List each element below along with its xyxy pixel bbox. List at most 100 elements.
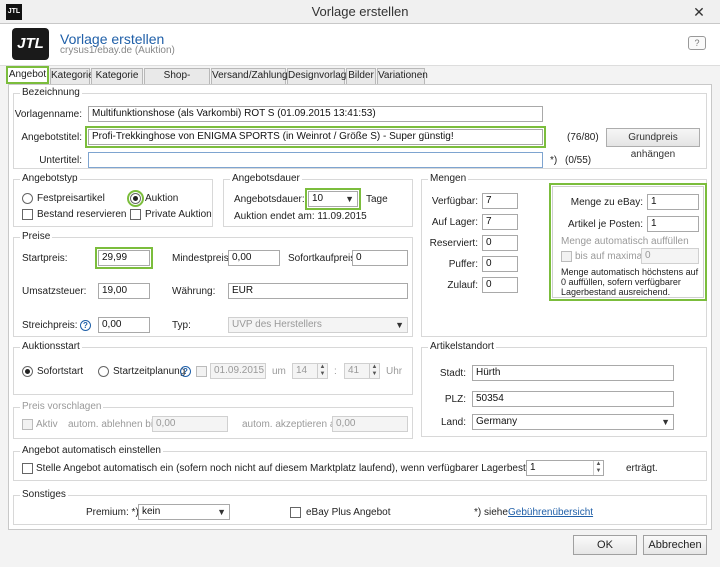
siehe-label: *) siehe — [474, 507, 508, 518]
angebotstitel-input[interactable]: Profi-Trekkinghose von ENIGMA SPORTS (in… — [85, 126, 546, 148]
startdatum-input[interactable]: 01.09.2015 — [210, 363, 266, 379]
vorlagenname-input[interactable]: Multifunktionshose (als Varkombi) ROT S … — [88, 106, 543, 122]
automatisch-checkbox[interactable] — [22, 463, 33, 474]
gebuehren-link[interactable]: Gebührenübersicht — [508, 507, 593, 518]
festpreis-label: Festpreisartikel — [37, 193, 105, 204]
grundpreis-anhaengen-button[interactable]: Grundpreis anhängen — [606, 128, 700, 160]
angebotsdauer-value: 10 — [312, 193, 324, 204]
datum-checkbox[interactable] — [196, 366, 207, 377]
tab-angebot[interactable]: Angebot — [6, 66, 49, 84]
group-automatisch: Angebot automatisch einstellen Stelle An… — [13, 445, 707, 481]
startzeitplanung-radio[interactable] — [98, 366, 109, 377]
angebotstitel-label: Angebotstitel: — [21, 132, 82, 143]
typ-value: UVP des Herstellers — [232, 319, 322, 330]
aktiv-label: Aktiv — [36, 419, 58, 430]
angebotstitel-count: (76/80) — [567, 132, 599, 143]
auktion-radio[interactable] — [127, 190, 144, 207]
plz-label: PLZ: — [444, 394, 466, 405]
private-auktion-label: Private Auktion — [145, 209, 212, 220]
verfuegbar-input[interactable]: 7 — [482, 193, 518, 209]
menge-ebay-label: Menge zu eBay: — [570, 197, 643, 208]
sofortkaufpreis-label: Sofortkaufpreis: — [288, 253, 359, 264]
group-auktionsstart: Auktionsstart Sofortstart Startzeitplanu… — [13, 341, 413, 395]
sofortkaufpreis-input[interactable]: 0 — [352, 250, 408, 266]
ebay-plus-label: eBay Plus Angebot — [306, 507, 391, 518]
artikel-je-posten-label: Artikel je Posten: — [567, 219, 643, 230]
tab-shop-kategorie[interactable]: Shop-Kategorie — [144, 68, 210, 95]
untertitel-input[interactable] — [88, 152, 543, 168]
typ-select[interactable]: UVP des Herstellers ▼ — [228, 317, 408, 333]
ok-button[interactable]: OK — [573, 535, 637, 555]
bis-maximal-label: bis auf maximal: — [575, 251, 648, 262]
help-book-icon[interactable]: ? — [688, 36, 706, 50]
auf-lager-input[interactable]: 7 — [482, 214, 518, 230]
startzeitplanung-label: Startzeitplanung — [113, 366, 186, 377]
menge-ebay-input[interactable]: 1 — [647, 194, 699, 210]
stunde-spinner[interactable]: 14 ▲ ▼ — [292, 363, 328, 379]
auktion-label: Auktion — [145, 193, 179, 204]
angebotsdauer-select[interactable]: 10 ▼ — [305, 188, 361, 210]
umsatzsteuer-input[interactable]: 19,00 — [98, 283, 150, 299]
automatisch-label: Stelle Angebot automatisch ein (sofern n… — [36, 463, 597, 474]
tage-label: Tage — [366, 194, 388, 205]
close-icon[interactable]: ✕ — [690, 4, 708, 20]
vorlagenname-label: Vorlagenname: — [14, 109, 82, 120]
ablehnen-input[interactable]: 0,00 — [152, 416, 228, 432]
zeit-separator: : — [334, 366, 337, 377]
puffer-input[interactable]: 0 — [482, 256, 518, 272]
mindestpreis-input[interactable]: 0,00 — [228, 250, 280, 266]
group-preis-vorschlagen: Preis vorschlagen Aktiv autom. ablehnen … — [13, 401, 413, 439]
help-icon[interactable]: ? — [180, 366, 191, 377]
land-label: Land: — [440, 417, 466, 428]
mindestbestand-spinner[interactable]: 1 ▲ ▼ — [526, 460, 604, 476]
tab-kategorie-2[interactable]: Kategorie 2 — [91, 68, 143, 95]
automatisch-suffix: erträgt. — [626, 463, 658, 474]
jtl-logo: JTL — [12, 28, 49, 60]
artikel-je-posten-input[interactable]: 1 — [647, 216, 699, 232]
stunde-value: 14 — [296, 365, 308, 376]
land-select[interactable]: Germany ▼ — [472, 414, 674, 430]
stadt-label: Stadt: — [439, 368, 466, 379]
streichpreis-label: Streichpreis: — [22, 320, 78, 331]
window-title: Vorlage erstellen — [311, 4, 409, 19]
reserviert-input[interactable]: 0 — [482, 235, 518, 251]
tab-variationen[interactable]: Variationen — [377, 68, 428, 84]
bis-maximal-checkbox[interactable] — [561, 251, 572, 262]
group-sonstiges: Sonstiges Premium: *) kein ▼ eBay Plus A… — [13, 489, 707, 525]
sofortstart-radio[interactable] — [22, 366, 33, 377]
tab-bilder[interactable]: Bilder — [346, 68, 376, 84]
untertitel-count: (0/55) — [565, 155, 592, 166]
tab-versand-zahlung[interactable]: Versand/Zahlung — [211, 68, 288, 84]
help-icon[interactable]: ? — [80, 320, 91, 331]
private-auktion-checkbox[interactable] — [130, 209, 141, 220]
bestand-reservieren-label: Bestand reservieren — [37, 209, 127, 220]
aktiv-checkbox[interactable] — [22, 419, 33, 430]
group-title: Preise — [20, 231, 53, 242]
waehrung-input[interactable]: EUR — [228, 283, 408, 299]
plz-input[interactable]: 50354 — [472, 391, 674, 407]
akzeptieren-input[interactable]: 0,00 — [332, 416, 408, 432]
group-title: Artikelstandort — [428, 341, 496, 352]
mindestpreis-label: Mindestpreis: — [172, 253, 232, 264]
group-angebotstyp: Angebotstyp Festpreisartikel Auktion Bes… — [13, 173, 213, 227]
tab-kategorie[interactable]: Kategorie — [50, 68, 94, 84]
auto-auffuellen-info: Menge automatisch höchstens auf 0 auffül… — [561, 267, 699, 297]
startpreis-input[interactable]: 29,99 — [95, 247, 153, 269]
minute-spinner[interactable]: 41 ▲ ▼ — [344, 363, 380, 379]
abbrechen-button[interactable]: Abbrechen — [643, 535, 707, 555]
bestand-reservieren-checkbox[interactable] — [22, 209, 33, 220]
festpreis-radio[interactable] — [22, 193, 33, 204]
bis-maximal-input[interactable]: 0 — [641, 248, 699, 264]
uhr-label: Uhr — [386, 366, 403, 377]
chevron-down-icon: ▼ — [661, 417, 670, 427]
tab-designvorlage[interactable]: Designvorlage — [287, 68, 352, 84]
zulauf-input[interactable]: 0 — [482, 277, 518, 293]
streichpreis-input[interactable]: 0,00 — [98, 317, 150, 333]
ebay-menge-box: Menge zu eBay: 1 Artikel je Posten: 1 Me… — [549, 183, 707, 301]
ablehnen-label: autom. ablehnen bis: — [68, 419, 161, 430]
stadt-input[interactable]: Hürth — [472, 365, 674, 381]
untertitel-footnote: *) — [550, 155, 558, 166]
premium-select[interactable]: kein ▼ — [138, 504, 230, 520]
group-angebotsdauer: Angebotsdauer Angebotsdauer: 10 ▼ Tage A… — [223, 173, 413, 227]
ebay-plus-checkbox[interactable] — [290, 507, 301, 518]
